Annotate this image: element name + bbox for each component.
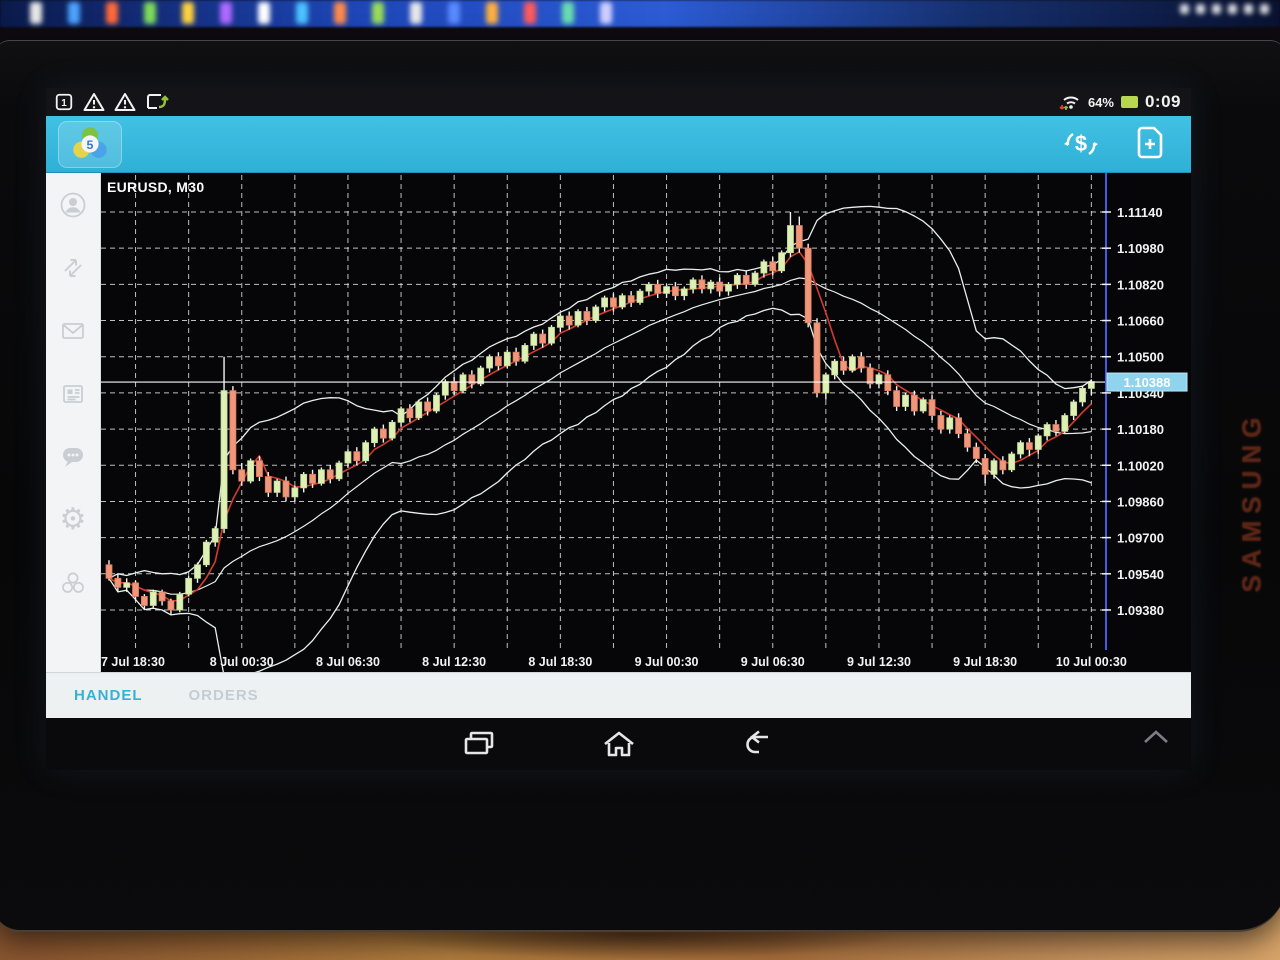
svg-text:9 Jul 18:30: 9 Jul 18:30: [953, 655, 1017, 669]
warning-icon[interactable]: [83, 92, 105, 112]
battery-icon: [1121, 96, 1138, 108]
svg-text:1.09860: 1.09860: [1117, 494, 1164, 509]
trade-arrows-icon: [59, 254, 87, 282]
android-nav-bar: [46, 718, 1191, 770]
sidebar-item-settings[interactable]: ⚙: [46, 488, 100, 551]
sidebar-item-quotes[interactable]: [46, 173, 100, 236]
sidebar-item-chat[interactable]: [46, 425, 100, 488]
svg-text:1.10820: 1.10820: [1117, 277, 1164, 292]
sidebar-item-trade[interactable]: [46, 236, 100, 299]
gear-icon: ⚙: [60, 505, 87, 535]
sidebar-item-mail[interactable]: [46, 299, 100, 362]
svg-text:1.10020: 1.10020: [1117, 458, 1164, 473]
metatrader5-logo-icon: 5: [69, 123, 111, 165]
svg-text:5: 5: [87, 138, 94, 152]
price-chart[interactable]: EURUSD, M30 1.11140 1.10980 1.10820 1.10660…: [101, 173, 1191, 672]
svg-text:1.09380: 1.09380: [1117, 603, 1164, 618]
svg-text:9 Jul 12:30: 9 Jul 12:30: [847, 655, 911, 669]
svg-text:7 Jul 18:30: 7 Jul 18:30: [101, 655, 165, 669]
svg-text:1.11140: 1.11140: [1117, 205, 1163, 220]
svg-text:1.09700: 1.09700: [1117, 531, 1164, 546]
svg-text:1.10980: 1.10980: [1117, 241, 1164, 256]
svg-text:8 Jul 00:30: 8 Jul 00:30: [210, 655, 274, 669]
photo-of-tablet: { "status_bar": { "notification_badge": …: [0, 0, 1280, 960]
svg-text:1.10660: 1.10660: [1117, 314, 1164, 329]
battery-percent: 64%: [1088, 95, 1114, 110]
svg-text:$: $: [1075, 131, 1087, 156]
mql5-community-icon: [59, 569, 87, 597]
metatrader-logo-button[interactable]: 5: [58, 121, 122, 168]
tablet-screen: 1: [46, 88, 1191, 770]
candlestick-chart-svg[interactable]: 1.11140 1.10980 1.10820 1.10660 1.10500 1.103…: [101, 173, 1191, 672]
svg-text:1.10388: 1.10388: [1124, 375, 1171, 390]
svg-text:1.09540: 1.09540: [1117, 567, 1164, 582]
samsung-logo: SAMSUNG: [1232, 371, 1272, 631]
wifi-activity-icon: [1059, 93, 1081, 111]
background-taskbar: [0, 0, 1280, 27]
chart-symbol-label: EURUSD, M30: [107, 179, 204, 195]
background-monitor: [0, 0, 1280, 42]
notification-count-icon[interactable]: 1: [54, 92, 74, 112]
android-status-bar: 1: [46, 88, 1191, 116]
sidebar-item-news[interactable]: [46, 362, 100, 425]
currency-exchange-button[interactable]: $: [1061, 127, 1101, 161]
svg-text:9 Jul 00:30: 9 Jul 00:30: [635, 655, 699, 669]
home-button[interactable]: [601, 729, 637, 759]
new-order-button[interactable]: [1135, 126, 1165, 162]
mail-icon: [59, 317, 87, 345]
chevron-up-icon[interactable]: [1139, 728, 1173, 746]
recent-apps-button[interactable]: [462, 729, 496, 759]
svg-text:1: 1: [61, 98, 67, 109]
app-toolbar: 5 $: [46, 116, 1191, 173]
svg-text:1.10180: 1.10180: [1117, 422, 1164, 437]
account-icon: [59, 191, 87, 219]
svg-text:9 Jul 06:30: 9 Jul 06:30: [741, 655, 805, 669]
warning-icon[interactable]: [114, 92, 136, 112]
svg-text:8 Jul 18:30: 8 Jul 18:30: [528, 655, 592, 669]
screenshot-icon[interactable]: [145, 92, 169, 112]
bottom-tab-bar: HANDEL ORDERS: [46, 672, 1191, 718]
svg-text:8 Jul 06:30: 8 Jul 06:30: [316, 655, 380, 669]
news-icon: [59, 380, 87, 408]
app-sidebar: ⚙: [46, 173, 101, 672]
chat-icon: [59, 443, 87, 471]
svg-text:1.10500: 1.10500: [1117, 350, 1164, 365]
svg-text:10 Jul 00:30: 10 Jul 00:30: [1056, 655, 1127, 669]
back-button[interactable]: [742, 729, 776, 759]
tab-orders[interactable]: ORDERS: [189, 687, 259, 704]
svg-text:8 Jul 12:30: 8 Jul 12:30: [422, 655, 486, 669]
sidebar-item-about[interactable]: [46, 551, 100, 614]
clock: 0:09: [1145, 92, 1181, 112]
tab-trade[interactable]: HANDEL: [74, 687, 143, 704]
